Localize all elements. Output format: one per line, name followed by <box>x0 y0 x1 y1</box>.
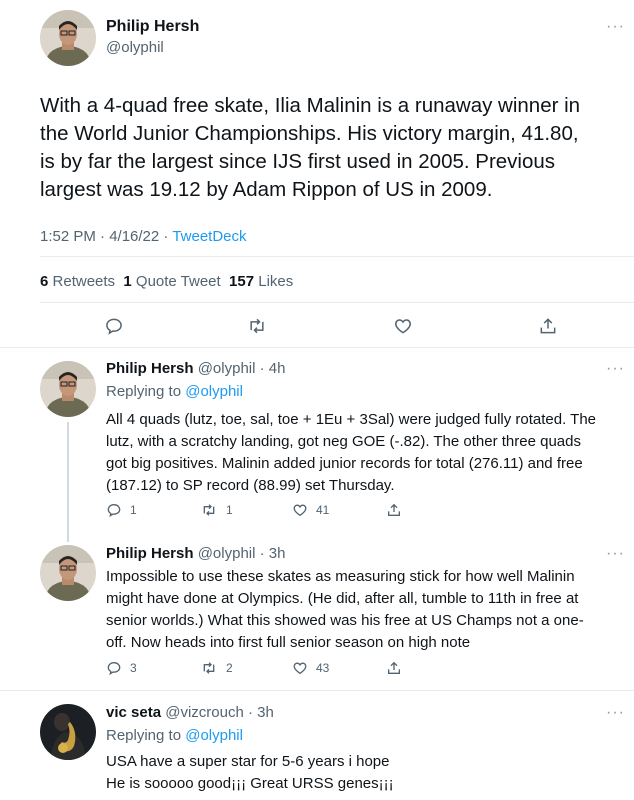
tweet-stats: 6 Retweets 1 Quote Tweet 157 Likes <box>40 273 293 290</box>
tweet-text-line: the World Junior Championships. His vict… <box>40 122 579 145</box>
tweet-text-line: is by far the largest since IJS first us… <box>40 150 556 173</box>
tweet-timestamp: 1:52 PM · 4/16/22 · TweetDeck <box>40 228 247 245</box>
author-handle[interactable]: @olyphil <box>106 39 164 56</box>
avatar[interactable] <box>40 361 96 417</box>
author-name[interactable]: Philip Hersh <box>106 18 199 36</box>
reply-button[interactable]: 1 <box>106 502 137 518</box>
reply-text-line: He is sooooo good¡¡¡ Great URSS genes¡¡¡ <box>106 775 394 792</box>
share-icon <box>540 318 556 334</box>
reply-icon <box>107 503 121 518</box>
reply-count: 1 <box>130 503 137 517</box>
thread-line <box>67 422 69 542</box>
source-link[interactable]: TweetDeck <box>172 228 246 245</box>
avatar-vic-icon <box>40 704 96 760</box>
author-name[interactable]: Philip Hersh <box>106 545 194 562</box>
more-icon[interactable]: ··· <box>606 360 625 378</box>
likes-stat[interactable]: 157 Likes <box>229 273 293 290</box>
quotes-stat[interactable]: 1 Quote Tweet <box>123 273 220 290</box>
reply-text-line: Impossible to use these skates as measur… <box>106 568 575 585</box>
reply-text-line: (187.12) to SP record (88.99) set Thursd… <box>106 477 395 494</box>
retweet-icon <box>250 318 264 334</box>
author-meta[interactable]: @vizcrouch · 3h <box>165 704 274 721</box>
retweet-count: 2 <box>226 661 233 675</box>
share-button[interactable] <box>538 316 558 336</box>
reply-icon <box>106 318 122 335</box>
more-icon[interactable]: ··· <box>606 704 625 722</box>
retweet-icon <box>203 504 215 516</box>
avatar[interactable] <box>40 545 96 601</box>
reply-text-line: might have done at Olympics. (He did, af… <box>106 590 579 607</box>
reply-text-line: off. Now heads into first full senior se… <box>106 634 471 651</box>
author-name[interactable]: Philip Hersh <box>106 360 194 377</box>
more-icon[interactable]: ··· <box>606 18 625 36</box>
author-meta[interactable]: @olyphil · 4h <box>198 360 286 377</box>
author-meta[interactable]: @olyphil · 3h <box>198 545 286 562</box>
more-icon[interactable]: ··· <box>606 545 625 563</box>
replying-to-link[interactable]: @olyphil <box>185 383 243 400</box>
reply-header: vic seta @vizcrouch · 3h <box>106 704 274 721</box>
like-button[interactable] <box>393 316 413 336</box>
like-button[interactable]: 43 <box>292 660 329 676</box>
reply-button[interactable]: 3 <box>106 660 137 676</box>
like-icon <box>293 662 307 675</box>
retweets-stat[interactable]: 6 Retweets <box>40 273 115 290</box>
share-button[interactable] <box>386 660 402 676</box>
timestamp-text[interactable]: 1:52 PM · 4/16/22 · <box>40 228 172 245</box>
share-button[interactable] <box>386 502 402 518</box>
share-icon <box>388 661 400 674</box>
reply-header: Philip Hersh @olyphil · 4h <box>106 360 285 377</box>
reply-text: All 4 quads (lutz, toe, sal, toe + 1Eu +… <box>106 409 596 497</box>
retweet-count: 1 <box>226 503 233 517</box>
retweet-icon <box>203 662 215 674</box>
retweet-button[interactable]: 1 <box>200 502 233 518</box>
replying-to: Replying to @olyphil <box>106 383 243 400</box>
tweet-text-line: With a 4-quad free skate, Ilia Malinin i… <box>40 94 581 117</box>
share-icon <box>388 503 400 516</box>
reply-count: 3 <box>130 661 137 675</box>
replying-to-link[interactable]: @olyphil <box>185 727 243 744</box>
like-icon <box>293 504 307 517</box>
retweet-button[interactable]: 2 <box>200 660 233 676</box>
reply-text-line: senior worlds.) What this showed was his… <box>106 612 584 629</box>
reply-text-line: got big positives. Malinin added junior … <box>106 455 583 472</box>
tweet-text: With a 4-quad free skate, Ilia Malinin i… <box>40 92 580 204</box>
like-count: 41 <box>316 503 330 517</box>
replying-to: Replying to @olyphil <box>106 727 243 744</box>
avatar-philip-icon <box>40 361 96 417</box>
retweet-button[interactable] <box>246 316 268 336</box>
tweet-text-line: largest was 19.12 by Adam Rippon of US i… <box>40 178 493 201</box>
reply-button[interactable] <box>104 316 124 336</box>
avatar-philip-icon <box>40 10 96 66</box>
reply-text-line: USA have a super star for 5-6 years i ho… <box>106 753 390 770</box>
reply-text: Impossible to use these skates as measur… <box>106 566 584 654</box>
avatar-philip-icon <box>40 545 96 601</box>
like-icon <box>395 319 411 334</box>
reply-text-line: lutz, with a scratchy landing, got neg G… <box>106 433 581 450</box>
avatar[interactable] <box>40 10 96 66</box>
avatar[interactable] <box>40 704 96 760</box>
reply-text: USA have a super star for 5-6 years i ho… <box>106 751 394 795</box>
author-name[interactable]: vic seta <box>106 704 161 721</box>
reply-header: Philip Hersh @olyphil · 3h <box>106 545 285 562</box>
like-count: 43 <box>316 661 330 675</box>
like-button[interactable]: 41 <box>292 502 329 518</box>
reply-text-line: All 4 quads (lutz, toe, sal, toe + 1Eu +… <box>106 411 597 428</box>
reply-icon <box>107 661 121 676</box>
